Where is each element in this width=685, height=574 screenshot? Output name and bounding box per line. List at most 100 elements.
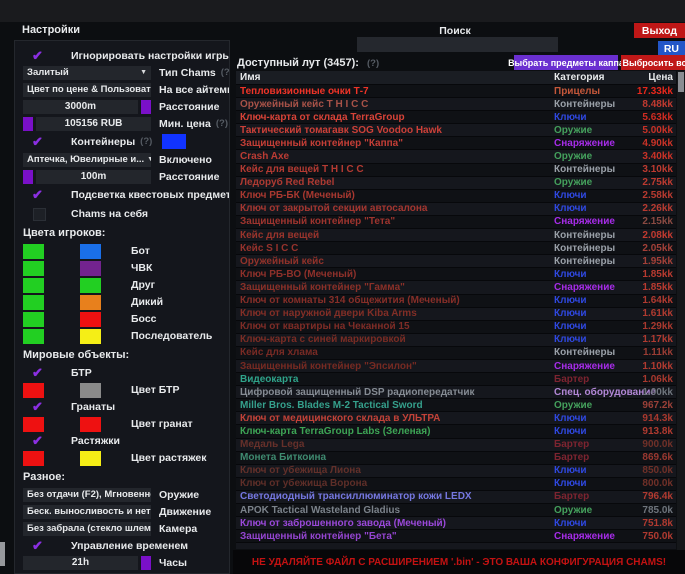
hours-color-swatch[interactable] [141, 556, 151, 570]
table-row[interactable]: Ключ от наружной двери Kiba Arms Ключи 1… [236, 308, 676, 321]
table-row[interactable]: Видеокарта Бартер 1.06kk [236, 373, 676, 386]
containers-distance-color-swatch[interactable] [23, 170, 33, 184]
table-row[interactable]: Ледоруб Red Rebel Оружие 2.75kk [236, 177, 676, 190]
table-row[interactable]: Ключ от комнаты 314 общежития (Меченый) … [236, 295, 676, 308]
player-visible-color-swatch[interactable] [23, 295, 44, 310]
checkbox-containers[interactable] [31, 135, 47, 149]
table-scrollbar[interactable] [677, 71, 685, 550]
select-kappa-items-button[interactable]: Выбрать предметы каппа [514, 55, 618, 70]
setting-tripwires[interactable]: Растяжки [23, 433, 223, 448]
checkbox-ignore-game[interactable] [31, 49, 47, 63]
tripwire-color-swatch-2[interactable] [80, 451, 101, 466]
table-row[interactable]: Ключ-карта от склада TerraGroup Ключи 5.… [236, 111, 676, 124]
player-visible-color-swatch[interactable] [23, 312, 44, 327]
table-row[interactable]: Ключ от медицинского склада в УЛЬТРА Клю… [236, 412, 676, 425]
hours-input[interactable]: 21h [23, 556, 138, 570]
checkbox-time-control[interactable] [31, 539, 47, 553]
grenade-color-swatch-2[interactable] [80, 417, 101, 432]
player-type-color-swatch[interactable] [80, 312, 101, 327]
setting-chams-self[interactable]: Chams на себя [23, 205, 223, 222]
checkbox-tripwires[interactable] [31, 434, 47, 448]
btr-color-swatch-1[interactable] [23, 383, 44, 398]
min-price-input[interactable]: 105156 RUB [36, 117, 151, 131]
chams-type-dropdown[interactable]: Залитый ▼ [23, 66, 151, 80]
exit-button[interactable]: Выход [634, 23, 685, 38]
containers-color-swatch[interactable] [162, 134, 186, 149]
scrollbar-thumb[interactable] [678, 72, 684, 92]
player-type-color-swatch[interactable] [80, 278, 101, 293]
search-input[interactable] [357, 37, 558, 52]
setting-containers[interactable]: Контейнеры (?) [23, 133, 223, 150]
containers-distance-input[interactable]: 100m [36, 170, 151, 184]
setting-quest-items[interactable]: Подсветка квестовых предметов [23, 186, 223, 203]
grenade-color-swatch-1[interactable] [23, 417, 44, 432]
table-row[interactable]: Miller Bros. Blades M-2 Tactical Sword О… [236, 399, 676, 412]
table-row[interactable]: Защищенный контейнер "Гамма" Снаряжение … [236, 281, 676, 294]
camera-dropdown[interactable]: Без забрала (стекло шлема) ▼ [23, 522, 151, 536]
help-icon[interactable]: (?) [221, 67, 230, 78]
help-icon[interactable]: (?) [140, 136, 152, 147]
btr-color-swatch-2[interactable] [80, 383, 101, 398]
checkbox-chams-self[interactable] [31, 207, 47, 221]
setting-btr[interactable]: БТР [23, 365, 223, 380]
player-visible-color-swatch[interactable] [23, 261, 44, 276]
table-row[interactable]: Ключ от убежища Ворона Ключи 800.0k [236, 478, 676, 491]
help-icon[interactable]: (?) [367, 58, 379, 69]
table-row[interactable]: Кейс для вещей T H I C C Контейнеры 3.10… [236, 164, 676, 177]
table-row[interactable]: Светодиодный трансиллюминатор кожи LEDX … [236, 491, 676, 504]
weapon-dropdown[interactable]: Без отдачи (F2), Мгновенное п ▼ [23, 488, 151, 502]
min-price-color-swatch[interactable] [23, 117, 33, 131]
help-icon[interactable]: (?) [216, 118, 228, 129]
edge-handle[interactable] [0, 542, 5, 566]
distance-color-swatch[interactable] [141, 100, 151, 114]
table-row[interactable]: Оружейный кейс T H I C C Контейнеры 8.48… [236, 98, 676, 111]
table-row[interactable]: Тепловизионные очки Т-7 Прицелы 17.33kk [236, 85, 676, 98]
movement-dropdown[interactable]: Беск. выносливость и нет уста ▼ [23, 505, 151, 519]
table-row[interactable]: Монета Биткоина Бартер 869.6k [236, 452, 676, 465]
column-header-name[interactable]: Имя [236, 72, 554, 83]
distance-input[interactable]: 3000m [23, 100, 138, 114]
table-row[interactable]: Ключ от убежища Лиона Ключи 850.0k [236, 465, 676, 478]
setting-ignore-game[interactable]: Игнорировать настройки игры (?) [23, 48, 223, 63]
table-row[interactable]: Crash Axe Оружие 3.40kk [236, 150, 676, 163]
setting-grenades[interactable]: Гранаты [23, 399, 223, 414]
player-visible-color-swatch[interactable] [23, 329, 44, 344]
table-row[interactable]: Ключ от закрытой секции автосалона Ключи… [236, 203, 676, 216]
player-type-color-swatch[interactable] [80, 295, 101, 310]
table-row[interactable]: APOK Tactical Wasteland Gladius Оружие 7… [236, 504, 676, 517]
table-row[interactable]: Защищенный контейнер "Каппа" Снаряжение … [236, 137, 676, 150]
checkbox-btr[interactable] [31, 366, 47, 380]
table-row[interactable]: Медаль Lega Бартер 900.0k [236, 439, 676, 452]
table-row[interactable]: Ключ от заброшенного завода (Меченый) Кл… [236, 517, 676, 530]
table-row[interactable]: Цифровой защищенный DSP радиопередатчик … [236, 386, 676, 399]
containers-filter-dropdown[interactable]: Аптечка, Ювелирные и... ▼ [23, 153, 151, 167]
items-mode-dropdown[interactable]: Цвет по цене & Пользователь ▼ [23, 83, 151, 97]
table-row[interactable]: Ключ-карта с синей маркировкой Ключи 1.1… [236, 334, 676, 347]
table-row[interactable]: Защищенный контейнер "Тета" Снаряжение 2… [236, 216, 676, 229]
column-header-category[interactable]: Категория [554, 72, 624, 83]
window-titlebar[interactable] [0, 0, 685, 22]
player-visible-color-swatch[interactable] [23, 278, 44, 293]
table-row[interactable]: Ключ-карта TerraGroup Labs (Зеленая) Клю… [236, 425, 676, 438]
column-header-price[interactable]: Цена [624, 72, 676, 83]
player-type-color-swatch[interactable] [80, 261, 101, 276]
drop-all-button[interactable]: Выбросить все [621, 55, 685, 70]
table-row[interactable]: Кейс для хлама Контейнеры 1.11kk [236, 347, 676, 360]
table-row[interactable]: Защищенный контейнер "Бета" Снаряжение 7… [236, 530, 676, 543]
checkbox-grenades[interactable] [31, 400, 47, 414]
table-row[interactable]: Ключ РБ-ВО (Меченый) Ключи 1.85kk [236, 268, 676, 281]
table-row[interactable]: Тактический томагавк SOG Voodoo Hawk Ору… [236, 124, 676, 137]
table-row[interactable]: Защищенный контейнер "Эпсилон" Снаряжени… [236, 360, 676, 373]
player-type-color-swatch[interactable] [80, 329, 101, 344]
table-row[interactable]: Кейс для вещей Контейнеры 2.08kk [236, 229, 676, 242]
player-visible-color-swatch[interactable] [23, 244, 44, 259]
language-button[interactable]: RU [658, 41, 685, 56]
checkbox-quest-items[interactable] [31, 188, 47, 202]
table-row[interactable]: Ключ РБ-БК (Меченый) Ключи 2.58kk [236, 190, 676, 203]
table-row[interactable]: Кейс S I C C Контейнеры 2.05kk [236, 242, 676, 255]
setting-time-control[interactable]: Управление временем [23, 538, 223, 553]
tripwire-color-swatch-1[interactable] [23, 451, 44, 466]
table-row[interactable]: Оружейный кейс Контейнеры 1.95kk [236, 255, 676, 268]
player-type-color-swatch[interactable] [80, 244, 101, 259]
table-row[interactable]: Ключ от квартиры на Чеканной 15 Ключи 1.… [236, 321, 676, 334]
